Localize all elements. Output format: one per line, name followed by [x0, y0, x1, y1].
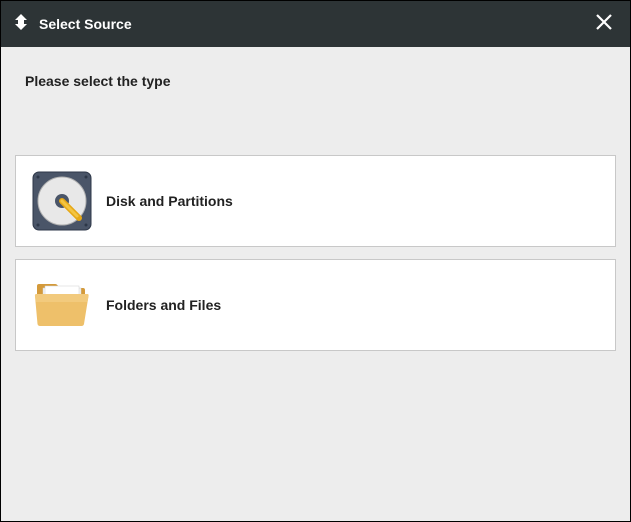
disk-icon: [30, 169, 94, 233]
close-icon: [595, 13, 613, 36]
close-button[interactable]: [592, 12, 616, 36]
option-folders-files[interactable]: Folders and Files: [15, 259, 616, 351]
folder-icon: [30, 273, 94, 337]
content-area: Please select the type Disk and Partitio…: [1, 47, 630, 521]
window-title: Select Source: [39, 16, 132, 32]
option-disk-partitions[interactable]: Disk and Partitions: [15, 155, 616, 247]
option-label: Disk and Partitions: [106, 193, 233, 209]
titlebar: Select Source: [1, 1, 630, 47]
option-label: Folders and Files: [106, 297, 221, 313]
titlebar-left: Select Source: [11, 12, 132, 37]
app-icon: [11, 12, 31, 37]
prompt-text: Please select the type: [25, 73, 616, 89]
